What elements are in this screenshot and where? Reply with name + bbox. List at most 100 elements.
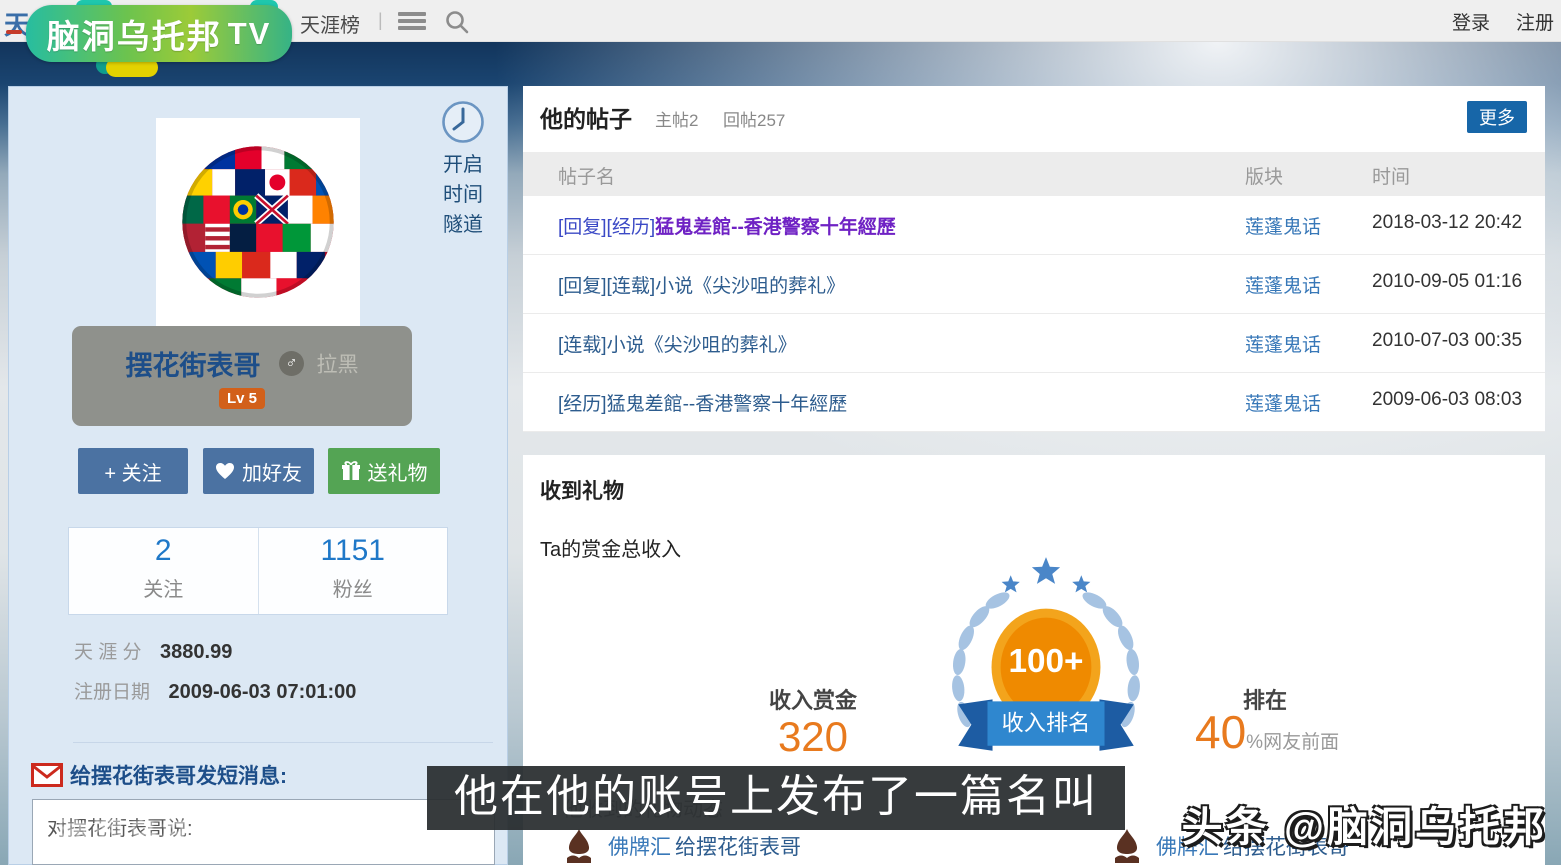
username: 摆花街表哥	[126, 351, 261, 381]
followers-label: 粉丝	[259, 573, 448, 602]
income-label: 收入赏金	[753, 683, 873, 715]
following-label: 关注	[69, 573, 258, 602]
post-link[interactable]: [回复][经历]猛鬼差館--香港警察十年經歷	[558, 212, 896, 239]
followers-stat[interactable]: 1151 粉丝	[258, 528, 448, 614]
rank-line: 40%网友前面	[1195, 705, 1339, 759]
rank-suffix: %网友前面	[1246, 732, 1339, 753]
badge-ribbon-text: 收入排名	[1002, 711, 1091, 736]
divider	[73, 742, 493, 743]
column-time: 时间	[1372, 162, 1410, 189]
registration-value: 2009-06-03 07:01:00	[168, 681, 356, 703]
followers-count: 1151	[259, 534, 448, 568]
reply-posts-count: 回帖257	[723, 106, 785, 131]
post-title: 猛鬼差館--香港警察十年經歷	[607, 394, 848, 415]
post-title: 猛鬼差館--香港警察十年經歷	[655, 217, 896, 238]
post-tags: [连载]	[558, 335, 607, 356]
nav-divider: |	[378, 10, 383, 31]
post-tags: [回复][经历]	[558, 217, 655, 238]
table-row: [回复][连载]小说《尖沙咀的葬礼》 莲蓬鬼话 2010-09-05 01:16	[523, 255, 1545, 314]
registration-label: 注册日期	[74, 682, 150, 703]
ribbon-left	[958, 699, 992, 750]
posts-table-header: 帖子名 版块 时间	[523, 152, 1545, 196]
posts-panel: 他的帖子 主帖2 回帖257 更多 帖子名 版块 时间 [回复][经历]猛鬼差館…	[523, 86, 1545, 432]
add-friend-button[interactable]: 加好友	[203, 448, 314, 494]
post-time: 2009-06-03 08:03	[1372, 389, 1522, 411]
stars-icon	[1002, 557, 1091, 592]
income-rank-badge: 100+ 收入排名	[930, 553, 1162, 770]
gift-shop-link[interactable]: 佛牌汇	[608, 836, 671, 859]
more-button[interactable]: 更多	[1467, 101, 1527, 133]
main-posts-count: 主帖2	[655, 106, 698, 131]
channel-watermark: 头条 @脑洞乌托邦	[1182, 793, 1547, 853]
column-board: 版块	[1245, 162, 1283, 189]
board-link[interactable]: 莲蓬鬼话	[1245, 389, 1321, 416]
gift-activity-item[interactable]: 佛牌汇给摆花街表哥	[560, 827, 801, 865]
board-link[interactable]: 莲蓬鬼话	[1245, 212, 1321, 239]
avatar[interactable]	[156, 118, 360, 326]
board-link[interactable]: 莲蓬鬼话	[1245, 271, 1321, 298]
post-title: 小说《尖沙咀的葬礼》	[607, 335, 797, 356]
search-icon[interactable]	[444, 9, 470, 40]
follow-button[interactable]: + 关注	[78, 448, 188, 494]
amulet-icon	[560, 827, 598, 865]
score-label: 天 涯 分	[74, 642, 142, 663]
message-title-text: 给摆花街表哥发短消息:	[70, 760, 287, 790]
badge-value: 100+	[1009, 643, 1084, 680]
gift-action-text: 给摆花街表哥	[675, 836, 801, 859]
video-subtitle: 他在他的账号上发布了一篇名叫	[427, 766, 1125, 830]
nameplate: 摆花街表哥 ♂ 拉黑 Lv 5	[72, 326, 412, 426]
post-link[interactable]: [连载]小说《尖沙咀的葬礼》	[558, 330, 797, 357]
post-link[interactable]: [回复][连载]小说《尖沙咀的葬礼》	[558, 271, 845, 298]
column-post-name: 帖子名	[558, 162, 615, 189]
menu-icon[interactable]	[398, 12, 426, 30]
nav-tianya-ranking[interactable]: 天涯榜	[300, 9, 360, 38]
following-stat[interactable]: 2 关注	[69, 528, 258, 614]
page: 天 天涯榜 | 登录 注册 脑洞乌托邦 TV 开启 时间 隧道	[0, 0, 1561, 865]
male-gender-icon: ♂	[279, 351, 304, 376]
block-user-link[interactable]: 拉黑	[316, 354, 358, 377]
message-input[interactable]	[32, 799, 495, 865]
table-row: [回复][经历]猛鬼差館--香港警察十年經歷 莲蓬鬼话 2018-03-12 2…	[523, 196, 1545, 255]
ribbon-right	[1099, 699, 1133, 750]
send-gift-button[interactable]: 送礼物	[328, 448, 440, 494]
time-tunnel-label: 隧道	[433, 210, 493, 240]
post-link[interactable]: [经历]猛鬼差館--香港警察十年經歷	[558, 389, 847, 416]
register-link[interactable]: 注册	[1516, 8, 1554, 35]
message-section-title: 给摆花街表哥发短消息:	[31, 760, 287, 790]
post-tags: [回复][连载]	[558, 276, 655, 297]
logo-tv: TV	[228, 16, 272, 52]
clock-icon	[440, 99, 486, 145]
score-value: 3880.99	[160, 641, 232, 663]
amulet-icon	[1108, 827, 1146, 865]
heart-icon	[215, 462, 235, 480]
envelope-icon	[31, 763, 63, 787]
gifts-subtitle: Ta的赏金总收入	[540, 533, 681, 562]
add-friend-label: 加好友	[242, 457, 302, 486]
post-tags: [经历]	[558, 394, 607, 415]
post-title: 小说《尖沙咀的葬礼》	[655, 276, 845, 297]
tianya-logo-accent	[6, 30, 22, 34]
time-tunnel-label: 时间	[433, 180, 493, 210]
board-link[interactable]: 莲蓬鬼话	[1245, 330, 1321, 357]
income-value: 320	[753, 713, 873, 761]
table-row: [连载]小说《尖沙咀的葬礼》 莲蓬鬼话 2010-07-03 00:35	[523, 314, 1545, 373]
tianya-score-row: 天 涯 分 3880.99	[74, 637, 232, 664]
logo-plate: 脑洞乌托邦 TV	[26, 5, 292, 62]
post-time: 2010-07-03 00:35	[1372, 330, 1522, 352]
logo-text: 脑洞乌托邦	[47, 10, 222, 58]
flag-globe-image	[170, 134, 346, 310]
login-link[interactable]: 登录	[1452, 8, 1490, 35]
level-badge: Lv 5	[219, 388, 265, 409]
time-tunnel-toggle[interactable]: 开启 时间 隧道	[433, 99, 493, 240]
table-row: [经历]猛鬼差館--香港警察十年經歷 莲蓬鬼话 2009-06-03 08:03	[523, 373, 1545, 432]
rank-value: 40	[1195, 706, 1246, 758]
posts-title: 他的帖子	[540, 100, 632, 134]
post-time: 2018-03-12 20:42	[1372, 212, 1522, 234]
follow-stats: 2 关注 1151 粉丝	[68, 527, 448, 615]
time-tunnel-label: 开启	[433, 150, 493, 180]
gifts-title: 收到礼物	[540, 475, 624, 505]
following-count: 2	[69, 534, 258, 568]
gift-icon	[341, 461, 361, 481]
post-time: 2010-09-05 01:16	[1372, 271, 1522, 293]
registration-row: 注册日期 2009-06-03 07:01:00	[74, 677, 356, 704]
